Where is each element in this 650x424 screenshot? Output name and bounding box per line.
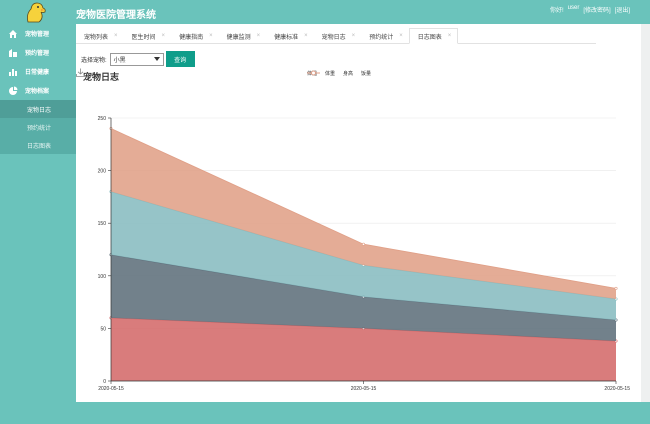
data-point[interactable] <box>614 286 618 290</box>
chart-canvas: 0 50 100 150 200 250 2020-05-15 2020-05-15 2020-… <box>98 116 631 392</box>
y-tick-label: 250 <box>98 116 107 122</box>
legend-item[interactable]: 体重 <box>307 70 336 77</box>
y-tick-label: 0 <box>103 379 106 385</box>
close-icon[interactable]: × <box>352 33 356 39</box>
sidebar-item-pet-records[interactable]: 宠物档案 <box>0 81 76 100</box>
close-icon[interactable]: × <box>162 33 166 39</box>
tab-doctor-time[interactable]: 医生时间 × <box>124 28 172 44</box>
logout-link[interactable]: [退出] <box>615 5 630 14</box>
pie-chart-icon <box>9 86 18 95</box>
close-icon[interactable]: × <box>448 33 452 39</box>
close-icon[interactable]: × <box>257 33 261 39</box>
sidebar-item-daily-health[interactable]: 日常健康 <box>0 62 76 81</box>
chart-legend: 体温 体重 身高 饭量 <box>307 70 371 77</box>
legend-item[interactable]: 身高 <box>307 70 354 77</box>
legend-label: 身高 <box>343 71 354 77</box>
x-tick-label: 2020-05-15 <box>98 386 124 392</box>
close-icon[interactable]: × <box>114 33 118 39</box>
home-icon <box>9 29 17 38</box>
download-icon[interactable] <box>76 68 85 77</box>
tab-appointment-stats[interactable]: 预约统计 × <box>361 28 409 44</box>
y-tick-label: 200 <box>98 169 107 175</box>
pet-select-value: 小黑 <box>113 57 126 64</box>
tab-health-monitor[interactable]: 健康监测 × <box>219 28 267 44</box>
tab-label: 医生时间 <box>131 34 156 41</box>
y-tick-label: 100 <box>98 274 107 280</box>
username: user <box>567 5 580 11</box>
sidebar-item-label: 宠物档案 <box>25 89 50 95</box>
chevron-down-icon <box>153 57 160 61</box>
pet-select[interactable]: 小黑 <box>109 52 164 66</box>
tab-label: 日志图表 <box>417 34 442 41</box>
sidebar-item-pet-management[interactable]: 宠物管理 <box>0 24 76 43</box>
main-content: 宠物列表 × 医生时间 × 健康指南 × 健康监测 × 健康标准 × 宠物日志 × 预约统计… <box>76 24 641 402</box>
tab-label: 健康标准 <box>274 34 299 41</box>
sidebar-item-label: 日常健康 <box>25 70 50 76</box>
close-icon[interactable]: × <box>209 33 213 39</box>
y-tick-label: 150 <box>98 221 107 227</box>
building-icon <box>9 48 17 57</box>
legend-label: 体重 <box>325 71 336 77</box>
close-icon[interactable]: × <box>304 33 308 39</box>
tab-label: 宠物列表 <box>84 34 109 41</box>
greeting: 你好! <box>549 8 564 14</box>
y-tick-label: 50 <box>100 326 106 332</box>
pet-records-submenu: 宠物日志 预约统计 日志图表 <box>0 100 76 154</box>
app-title: 宠物医院管理系统 <box>76 10 156 21</box>
pet-filter: 选择宠物: 小黑 查询 <box>81 51 195 67</box>
tab-pet-list[interactable]: 宠物列表 × <box>76 28 124 44</box>
tab-label: 健康指南 <box>179 34 204 41</box>
footer-bar <box>76 402 650 424</box>
sidebar: 宠物管理 预约管理 日常健康 宠物档案 宠物日志 预约统计 日志图表 <box>0 24 76 424</box>
duck-logo-icon <box>27 2 46 23</box>
tab-label: 宠物日志 <box>321 34 346 41</box>
sidebar-item-label: 预约管理 <box>25 51 50 57</box>
top-bar: 宠物医院管理系统 你好! user [修改密码] [退出] <box>0 0 650 24</box>
sidebar-item-appointment[interactable]: 预约管理 <box>0 43 76 62</box>
tab-bar: 宠物列表 × 医生时间 × 健康指南 × 健康监测 × 健康标准 × 宠物日志 × 预约统计… <box>76 28 596 44</box>
chart-title: 宠物日志 <box>83 72 120 82</box>
scrollbar-track[interactable] <box>641 24 650 402</box>
legend-label: 饭量 <box>361 71 372 77</box>
legend-item[interactable]: 饭量 <box>307 70 372 77</box>
change-password-link[interactable]: [修改密码] <box>583 5 610 14</box>
sidebar-subitem-pet-log[interactable]: 宠物日志 <box>0 100 76 118</box>
bar-chart-icon <box>9 68 17 76</box>
tab-label: 健康监测 <box>226 34 251 41</box>
pet-log-chart: 0 50 100 150 200 250 2020-05-15 2020-05-15 2020-… <box>76 68 641 402</box>
tab-health-guide[interactable]: 健康指南 × <box>171 28 219 44</box>
tab-health-standard[interactable]: 健康标准 × <box>266 28 314 44</box>
user-bar: 你好! user [修改密码] [退出] <box>550 5 630 14</box>
close-icon[interactable]: × <box>399 33 403 39</box>
x-tick-label: 2020-05-15 <box>351 386 377 392</box>
sidebar-item-label: 宠物管理 <box>25 32 50 38</box>
sidebar-subitem-log-chart[interactable]: 日志图表 <box>0 136 76 154</box>
sidebar-subitem-appointment-stats[interactable]: 预约统计 <box>0 118 76 136</box>
tab-label: 预约统计 <box>369 34 394 41</box>
legend-marker-icon <box>307 70 320 76</box>
x-tick-label: 2020-05-15 <box>604 386 630 392</box>
data-point[interactable] <box>361 242 365 246</box>
pet-select-label: 选择宠物: <box>81 57 107 64</box>
tab-log-chart[interactable]: 日志图表 × <box>408 28 459 44</box>
tab-pet-log[interactable]: 宠物日志 × <box>314 28 362 44</box>
query-button[interactable]: 查询 <box>165 51 195 67</box>
